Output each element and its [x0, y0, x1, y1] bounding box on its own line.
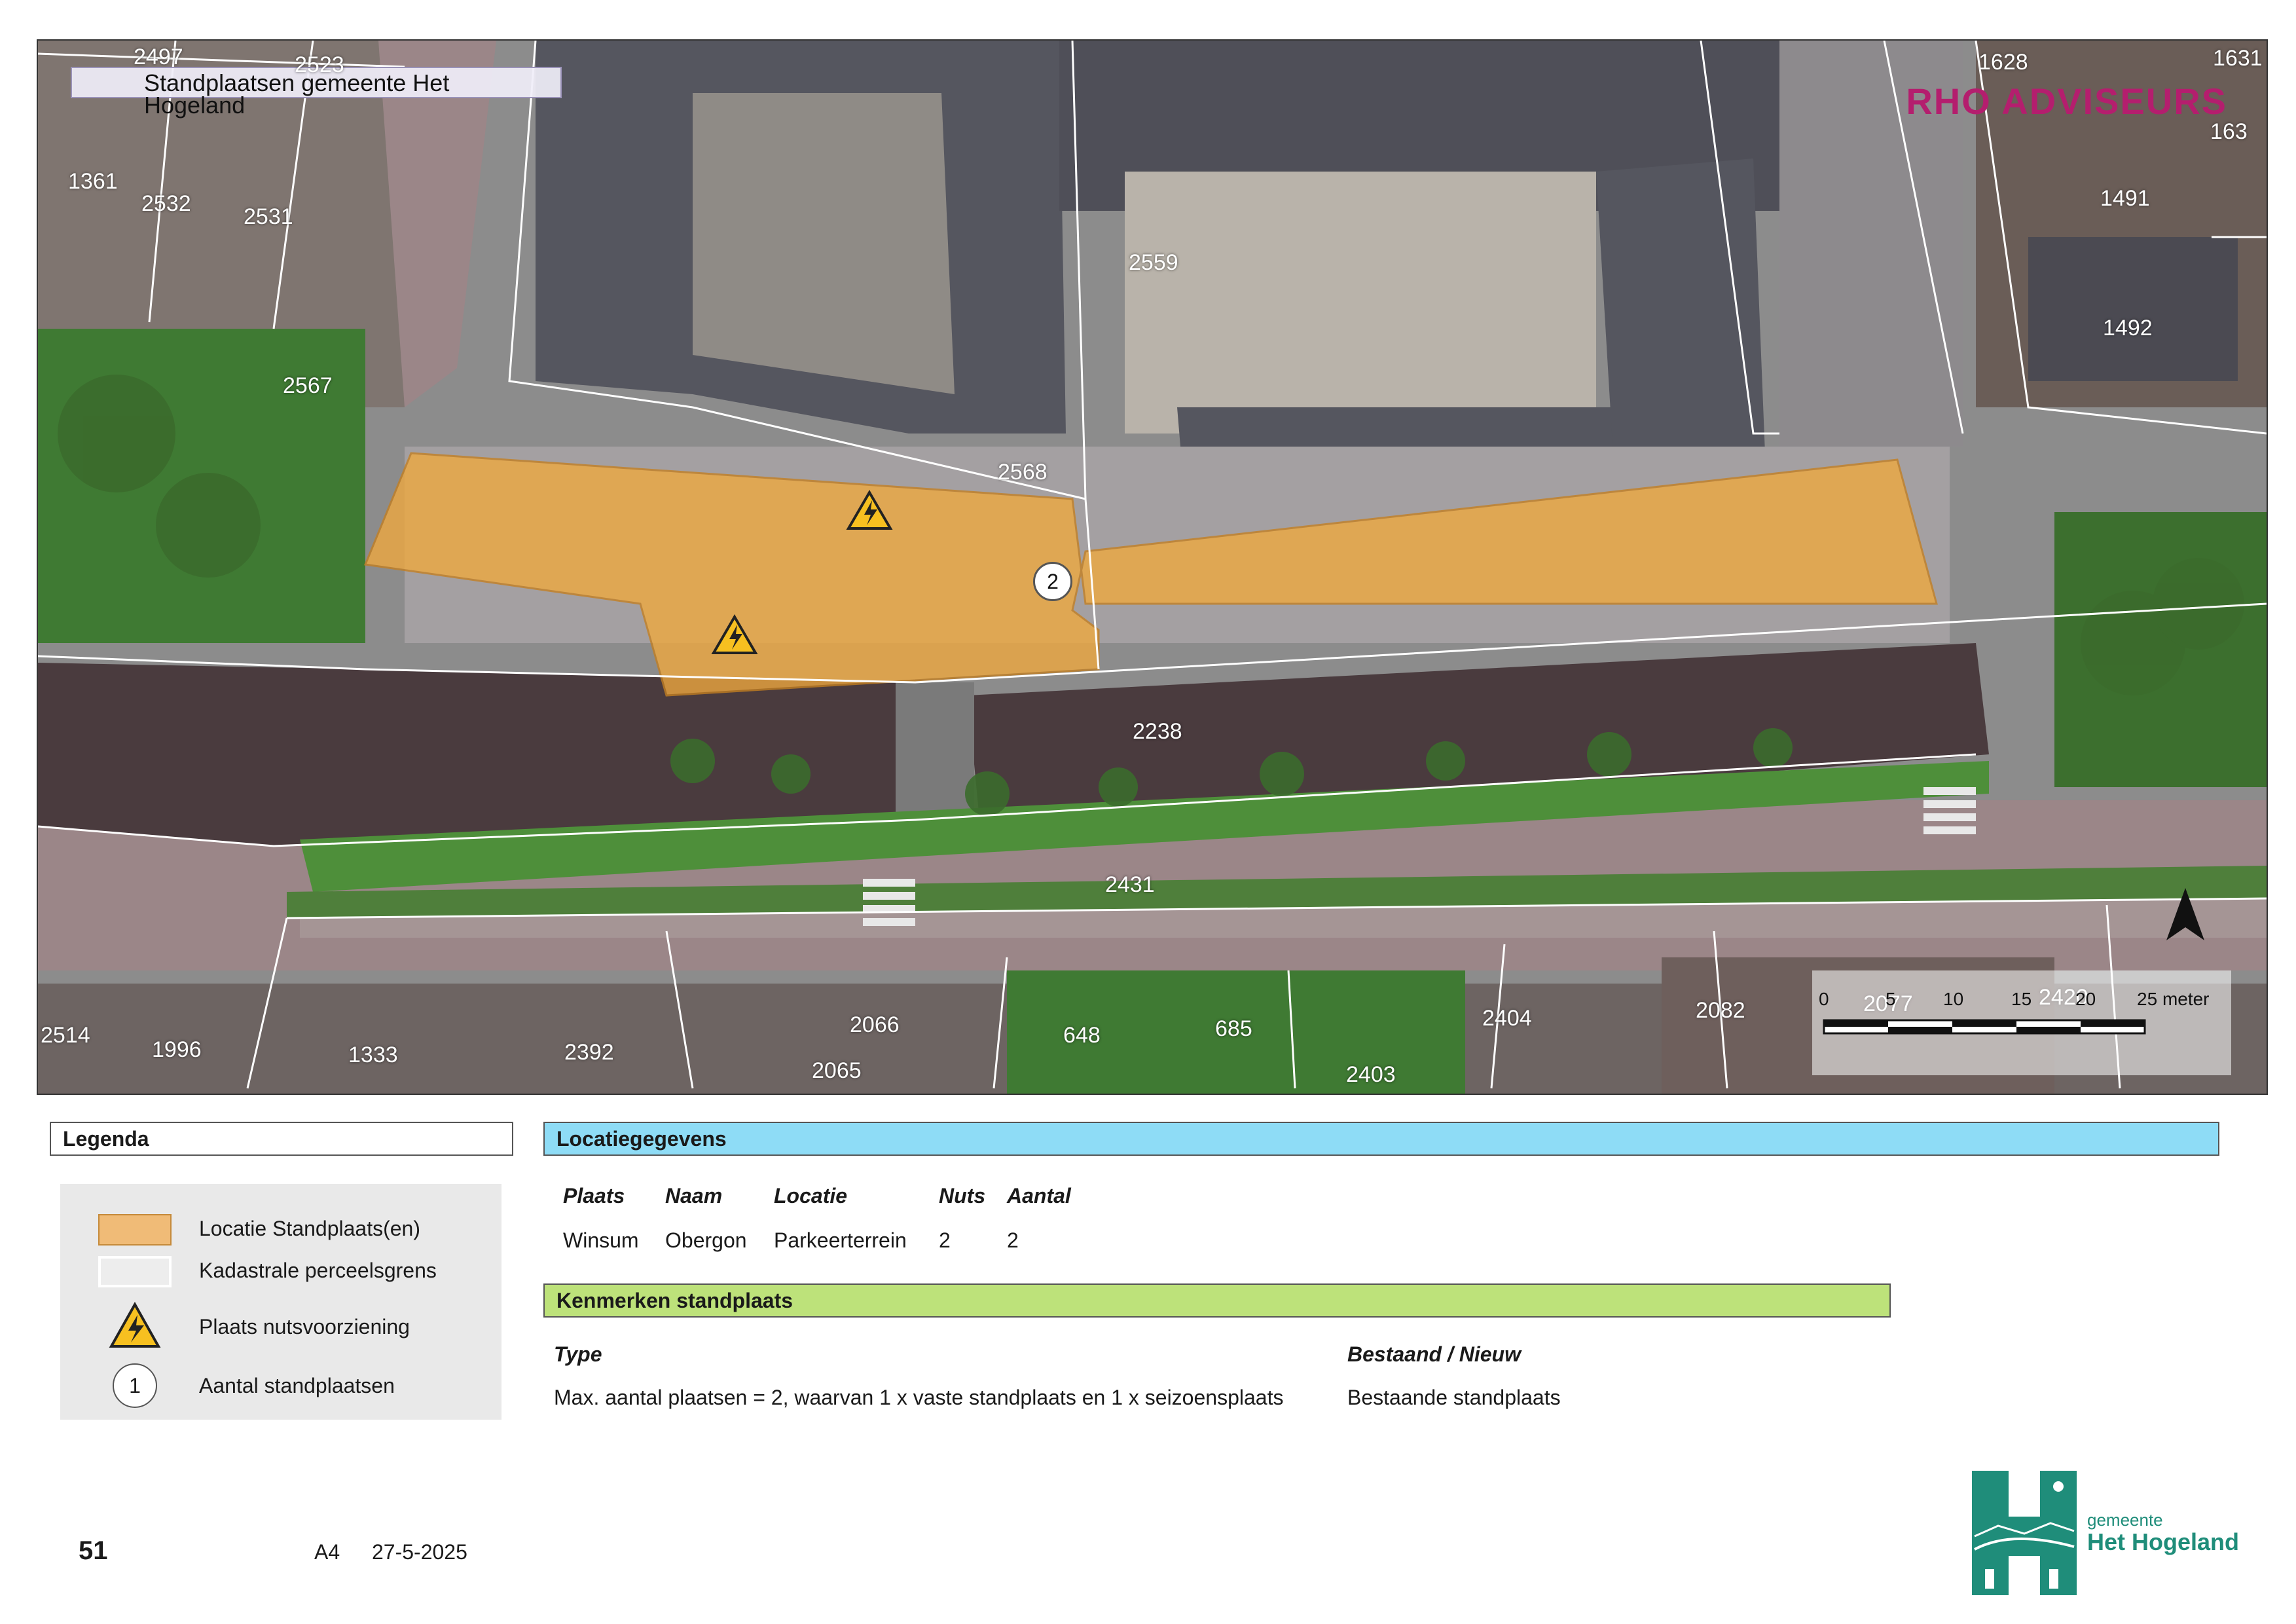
date: 27-5-2025 — [372, 1540, 467, 1564]
parcel-label: 1492 — [2103, 316, 2153, 341]
legend-label: Plaats nutsvoorziening — [199, 1315, 410, 1338]
scale-tick: 10 — [1943, 989, 1964, 1009]
rho-watermark: RHO ADVISEURS — [1906, 81, 2227, 122]
scale-tick: 25 meter — [2137, 989, 2210, 1009]
parcel-label: 2404 — [1482, 1006, 1532, 1031]
parcel-label: 2532 — [141, 191, 191, 216]
parcel-boundary-swatch — [98, 1256, 172, 1287]
parcel-label: 2531 — [244, 204, 293, 229]
scale-tick: 5 — [1886, 989, 1896, 1009]
parcel-label: 2514 — [41, 1023, 90, 1048]
aerial-photo — [38, 41, 2267, 1094]
parcel-label: 2392 — [564, 1040, 614, 1065]
parcel-label: 1333 — [348, 1043, 398, 1067]
column-header-naam: Naam — [665, 1184, 723, 1208]
column-header-bestaand-nieuw: Bestaand / Nieuw — [1347, 1342, 1521, 1366]
parcel-label: 2523 — [295, 52, 344, 77]
parcel-label: 2559 — [1129, 250, 1178, 275]
parcel-label: 2567 — [283, 373, 333, 398]
parcel-label: 2065 — [812, 1058, 862, 1083]
scale-tick: 15 — [2011, 989, 2032, 1009]
parcel-label: 1361 — [68, 169, 118, 194]
legend-item-parcel: Kadastrale perceelsgrens — [60, 1253, 501, 1293]
electricity-warning-icon — [109, 1302, 161, 1348]
paper-size: A4 — [314, 1540, 340, 1564]
column-header-plaats: Plaats — [563, 1184, 625, 1208]
cell-status: Bestaande standplaats — [1347, 1386, 1561, 1409]
parcel-label: 2082 — [1696, 998, 1745, 1023]
parcel-label: 2403 — [1346, 1062, 1396, 1087]
parcel-label: 2431 — [1105, 872, 1155, 897]
parcel-label: 163 — [2210, 119, 2248, 144]
parcel-label: 1491 — [2100, 186, 2150, 211]
legend-label: Aantal standplaatsen — [199, 1374, 395, 1397]
gemeente-logo-icon — [1972, 1471, 2077, 1595]
parcel-label: 2238 — [1133, 719, 1182, 744]
cell-locatie: Parkeerterrein — [774, 1228, 907, 1252]
legend-panel: Locatie Standplaats(en) Kadastrale perce… — [60, 1184, 501, 1420]
orange-swatch — [98, 1214, 172, 1246]
column-header-aantal: Aantal — [1007, 1184, 1071, 1208]
cell-naam: Obergon — [665, 1228, 747, 1252]
cell-plaats: Winsum — [563, 1228, 639, 1252]
kenmerken-title: Kenmerken standplaats — [543, 1283, 1891, 1318]
scale-bar-graphic — [1823, 1019, 2146, 1035]
legend-label: Locatie Standplaats(en) — [199, 1217, 420, 1240]
parcel-label: 685 — [1215, 1016, 1252, 1041]
north-arrow-icon — [2166, 888, 2204, 940]
legend-label: Kadastrale perceelsgrens — [199, 1259, 437, 1282]
parcel-label: 1996 — [152, 1037, 202, 1062]
parcel-label: 648 — [1063, 1023, 1101, 1048]
locatiegegevens-title: Locatiegegevens — [543, 1122, 2219, 1156]
column-header-type: Type — [554, 1342, 602, 1366]
parcel-label: 2066 — [850, 1012, 900, 1037]
aerial-map[interactable]: Standplaatsen gemeente Het Hogeland RHO … — [37, 39, 2268, 1095]
scale-bar: 0 5 10 15 20 25 meter — [1812, 970, 2231, 1075]
legend-item-utility: Plaats nutsvoorziening — [60, 1302, 501, 1354]
logo-text-het-hogeland: Het Hogeland — [2087, 1528, 2240, 1555]
cell-type: Max. aantal plaatsen = 2, waarvan 1 x va… — [554, 1386, 1284, 1409]
scale-tick: 20 — [2075, 989, 2096, 1009]
standplaats-count-marker[interactable]: 2 — [1033, 562, 1072, 601]
parcel-label: 2497 — [134, 45, 183, 69]
scale-tick: 0 — [1819, 989, 1829, 1009]
legend-item-location: Locatie Standplaats(en) — [60, 1211, 501, 1251]
number-circle: 1 — [113, 1363, 157, 1408]
logo-text-gemeente: gemeente — [2087, 1510, 2163, 1530]
column-header-nuts: Nuts — [939, 1184, 986, 1208]
legend-title: Legenda — [50, 1122, 513, 1156]
parcel-label: 2568 — [998, 460, 1048, 485]
parcel-label: 1628 — [1978, 50, 2028, 75]
parcel-label: 1631 — [2213, 46, 2263, 71]
legend-item-count: 1 Aantal standplaatsen — [60, 1361, 501, 1413]
column-header-locatie: Locatie — [774, 1184, 848, 1208]
cell-aantal: 2 — [1007, 1228, 1019, 1252]
cell-nuts: 2 — [939, 1228, 951, 1252]
page-number: 51 — [79, 1536, 108, 1565]
